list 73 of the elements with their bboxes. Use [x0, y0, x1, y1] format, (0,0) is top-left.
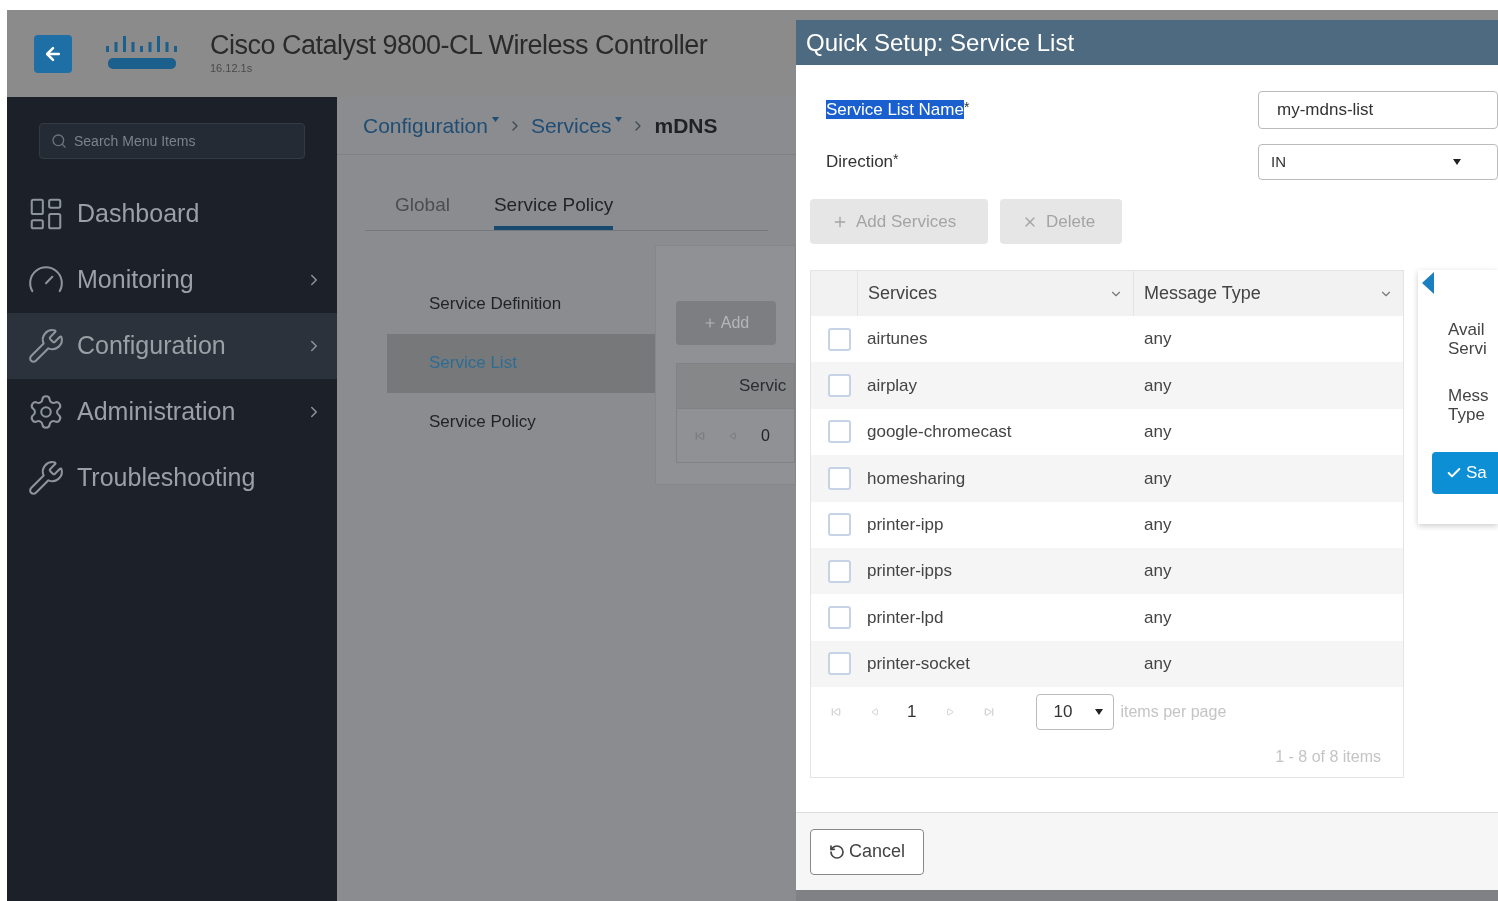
table-cell-text: any	[1144, 328, 1172, 351]
last-page-icon[interactable]	[984, 707, 995, 718]
sidebar-item[interactable]: Dashboard	[7, 181, 337, 247]
table-cell-text: any	[1144, 560, 1172, 583]
column-header[interactable]: Message Type	[1134, 271, 1403, 316]
table-cell-text: homesharing	[867, 467, 967, 490]
save-button[interactable]: Sa	[1432, 452, 1498, 494]
dropdown-caret-icon	[1453, 159, 1461, 165]
tools-icon	[27, 459, 65, 497]
wrench-icon	[27, 327, 65, 365]
table-cell-text: printer-lpd	[867, 606, 945, 629]
direction-select[interactable]: IN	[1258, 144, 1498, 180]
caret-icon	[491, 116, 499, 122]
checkbox[interactable]	[827, 327, 851, 351]
table-cell-text: google-chromecast	[867, 421, 1013, 444]
sidebar-item[interactable]: Troubleshooting	[7, 445, 337, 511]
submenu-item[interactable]: Service Policy	[387, 392, 655, 452]
table-cell-text: airtunes	[867, 328, 929, 351]
input-field[interactable]: my-mdns-list	[1258, 91, 1498, 129]
sidebar-item[interactable]: Configuration	[7, 313, 337, 379]
field-label: Servi	[1448, 339, 1488, 358]
undo-icon	[829, 843, 845, 860]
field-label: Type	[1448, 405, 1486, 424]
plus-icon	[702, 315, 717, 330]
previous-page-icon[interactable]	[871, 708, 879, 717]
checkbox[interactable]	[827, 513, 851, 537]
app-title: Cisco Catalyst 9800-CL Wireless Controller	[210, 30, 708, 61]
checkbox[interactable]	[827, 652, 851, 676]
checkbox[interactable]	[827, 559, 851, 583]
page-size-label: items per page	[1120, 702, 1227, 723]
submenu-item[interactable]: Service Definition	[387, 274, 655, 334]
checkbox[interactable]	[827, 606, 851, 630]
first-page-icon[interactable]	[695, 430, 705, 441]
checkbox[interactable]	[827, 420, 851, 444]
table-cell-text: any	[1144, 421, 1172, 444]
item-count: 1 - 8 of 8 items	[1275, 747, 1381, 768]
page-size-select[interactable]: 10	[1036, 694, 1115, 731]
first-page-icon[interactable]	[831, 707, 841, 718]
version-label: 16.12.1s	[210, 61, 254, 77]
tab[interactable]: Global	[395, 191, 450, 230]
field-label: Direction*	[826, 150, 900, 174]
field-label: Mess	[1448, 386, 1490, 405]
table-cell-text: airplay	[867, 374, 919, 397]
table-cell-text: printer-ipps	[867, 560, 954, 583]
triangle-left-icon[interactable]	[1422, 272, 1434, 294]
page-number[interactable]: 1	[907, 699, 917, 725]
table-cell-text: any	[1144, 653, 1172, 676]
breadcrumb-link[interactable]: Services	[530, 109, 623, 142]
cancel-button[interactable]: Cancel	[810, 828, 924, 875]
table-cell-text: printer-socket	[867, 653, 971, 676]
next-page-icon[interactable]	[946, 708, 955, 717]
field-label: Avail	[1448, 320, 1486, 339]
back-button[interactable]	[34, 34, 72, 73]
table-cell-text: any	[1144, 467, 1172, 490]
sidebar-item[interactable]: Administration	[7, 379, 337, 445]
search-field[interactable]: Search Menu Items	[39, 123, 305, 159]
page-number: 0	[761, 425, 770, 446]
column-header: Servic	[739, 374, 787, 397]
checkbox[interactable]	[827, 374, 851, 398]
table-cell-text: any	[1144, 606, 1172, 629]
field-label: Service List Name*	[826, 98, 971, 122]
caret-icon	[615, 116, 623, 122]
logo-icon	[104, 35, 180, 72]
breadcrumb-link[interactable]: Configuration	[363, 109, 499, 142]
table-cell-text: printer-ipp	[867, 514, 945, 536]
search-icon	[51, 133, 67, 149]
dialog-title: Quick Setup: Service List	[806, 27, 1075, 58]
table-cell-text: any	[1144, 374, 1172, 397]
tab[interactable]: Service Policy	[493, 191, 614, 230]
sidebar-item[interactable]: Monitoring	[7, 247, 337, 313]
table-cell-text: any	[1144, 514, 1172, 536]
dropdown-caret-icon	[1095, 709, 1104, 716]
checkbox[interactable]	[827, 466, 851, 490]
